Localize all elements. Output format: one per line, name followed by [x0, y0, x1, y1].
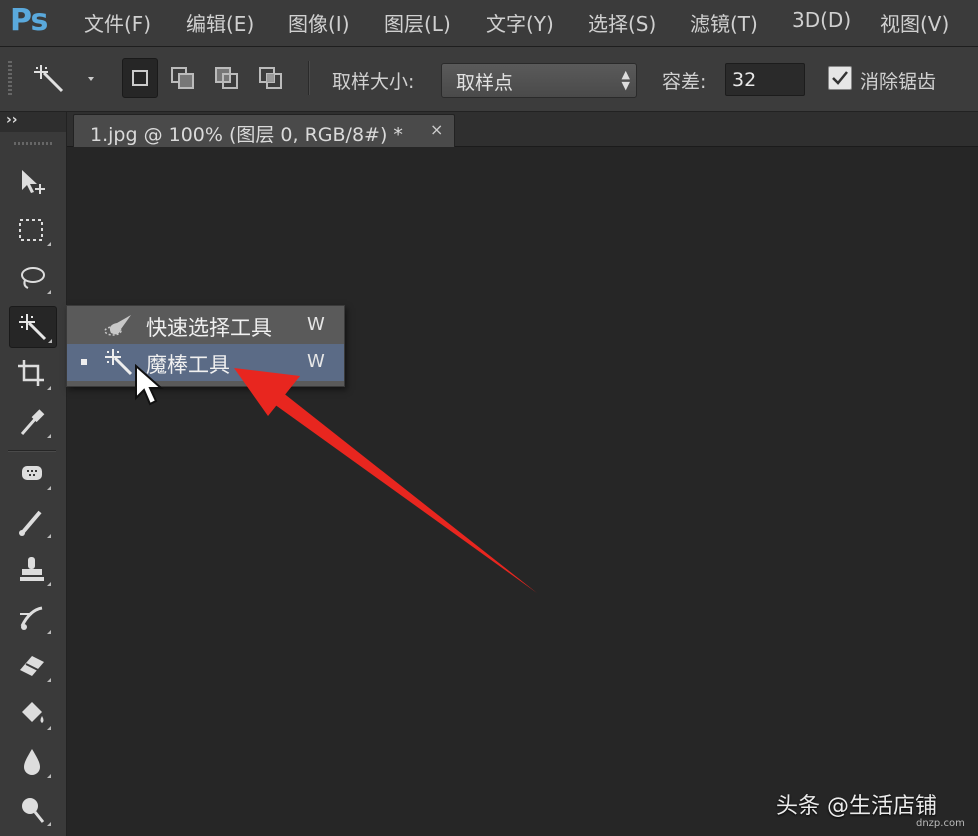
watermark-text: 头条 @生活店铺 [776, 794, 937, 819]
watermark-site: dnzp.com [916, 818, 965, 829]
annotation-arrow [234, 368, 537, 593]
